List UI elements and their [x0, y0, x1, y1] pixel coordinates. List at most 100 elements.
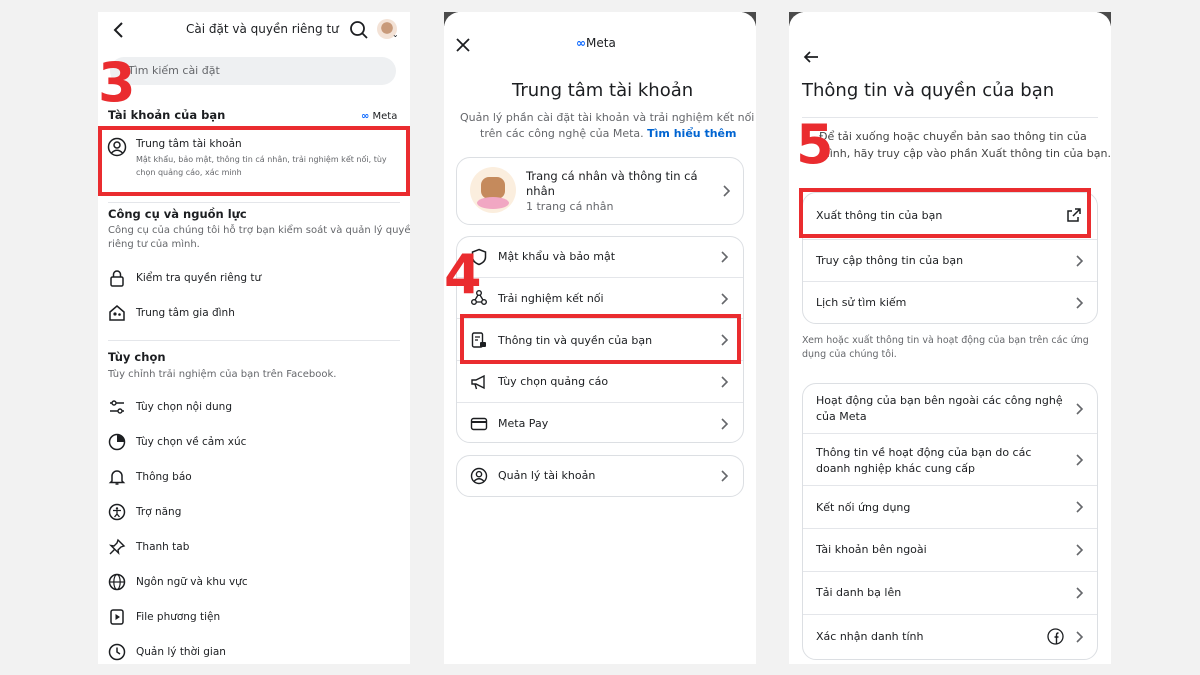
page-title: Thông tin và quyền của bạn [802, 80, 1055, 101]
profile-title: nhân [526, 184, 555, 198]
page-desc: Để tải xuống hoặc chuyển bản sao thông t… [819, 130, 1087, 143]
clock-icon [108, 643, 126, 661]
profile-avatar [470, 167, 516, 213]
section-desc: Tùy chỉnh trải nghiệm của bạn trên Faceb… [108, 369, 337, 380]
chevron-right-icon [1076, 501, 1084, 513]
divider [108, 202, 400, 203]
highlight-box [98, 126, 410, 196]
chevron-right-icon [721, 376, 729, 388]
sliders-icon [110, 400, 124, 414]
chevron-right-icon [1076, 255, 1084, 267]
divider [457, 402, 743, 403]
activity-group-card [802, 383, 1098, 660]
megaphone-icon [471, 374, 485, 390]
menu-item-reaction-prefs[interactable]: Tùy chọn về cảm xúc [136, 436, 246, 448]
divider [803, 433, 1097, 434]
reaction-icon [108, 433, 126, 451]
manage-accounts-label: Quản lý tài khoản [498, 469, 596, 482]
menu-item-business-activity[interactable]: doanh nghiệp khác cung cấp [816, 462, 975, 475]
menu-item-notifications[interactable]: Thông báo [136, 471, 192, 483]
chevron-right-icon [721, 418, 729, 430]
menu-item-app-connections[interactable]: Kết nối ứng dụng [816, 501, 910, 514]
section-heading: Công cụ và nguồn lực [108, 207, 247, 221]
section-heading: Tùy chọn [108, 350, 166, 364]
menu-item-privacy-checkup[interactable]: Kiểm tra quyền riêng tư [136, 272, 261, 284]
chevron-right-icon [1076, 403, 1084, 415]
profile-title: Trang cá nhân và thông tin cá [526, 169, 698, 183]
divider [457, 277, 743, 278]
chevron-right-icon [1076, 631, 1084, 643]
lock-icon [110, 270, 124, 287]
accounts-center-screen: ∞Meta Trung tâm tài khoản Quản lý phần c… [444, 12, 756, 664]
section-desc: riêng tư của mình. [108, 239, 200, 250]
chevron-right-icon [723, 185, 731, 197]
menu-item-external-accounts[interactable]: Tài khoản bên ngoài [816, 543, 927, 556]
learn-more-link[interactable]: Tìm hiểu thêm [647, 127, 736, 140]
chevron-right-icon [1076, 544, 1084, 556]
menu-item-content-prefs[interactable]: Tùy chọn nội dung [136, 401, 232, 413]
menu-item-accessibility[interactable]: Trợ năng [136, 506, 181, 518]
back-arrow-icon[interactable] [112, 21, 126, 39]
search-icon[interactable] [349, 20, 369, 40]
step-number: 4 [444, 243, 482, 306]
close-icon[interactable] [456, 38, 470, 52]
step-number: 3 [98, 51, 136, 114]
section-desc: Công cụ của chúng tôi hỗ trợ bạn kiểm so… [108, 225, 410, 236]
section-desc: Xem hoặc xuất thông tin và hoạt động của… [802, 335, 1089, 346]
page-desc: mình, hãy truy cập vào phần Xuất thông t… [819, 147, 1111, 160]
highlight-box [799, 188, 1091, 238]
search-placeholder: Tìm kiếm cài đặt [128, 64, 220, 77]
menu-item-family-center[interactable]: Trung tâm gia đình [136, 307, 235, 319]
back-arrow-icon[interactable] [803, 50, 819, 64]
divider [803, 281, 1097, 282]
divider [803, 239, 1097, 240]
page-desc: trên các công nghệ của Meta. Tìm hiểu th… [480, 127, 737, 140]
divider [803, 528, 1097, 529]
facebook-icon [1047, 628, 1064, 645]
menu-item-access-info[interactable]: Truy cập thông tin của bạn [816, 254, 963, 267]
menu-item-off-meta-activity[interactable]: Hoạt động của bạn bên ngoài các công ngh… [816, 394, 1063, 407]
user-circle-icon [470, 467, 488, 485]
menu-item-tab-bar[interactable]: Thanh tab [136, 541, 189, 553]
section-heading: Tài khoản của bạn [108, 108, 226, 122]
pin-icon [108, 538, 126, 556]
divider [803, 614, 1097, 615]
menu-item-ad-preferences[interactable]: Tùy chọn quảng cáo [498, 375, 608, 388]
globe-icon [108, 573, 126, 591]
accessibility-icon [108, 503, 126, 521]
chevron-right-icon [1076, 297, 1084, 309]
menu-item-search-history[interactable]: Lịch sử tìm kiếm [816, 296, 906, 309]
divider [108, 340, 400, 341]
chevron-right-icon [721, 251, 729, 263]
meta-logo: ∞Meta [576, 36, 616, 50]
menu-item-connected-experiences[interactable]: Trải nghiệm kết nối [498, 292, 604, 305]
header-title: Cài đặt và quyền riêng tư [186, 22, 339, 36]
meta-logo: ∞ Meta [361, 111, 398, 122]
menu-item-meta-pay[interactable]: Meta Pay [498, 417, 548, 430]
chevron-right-icon [721, 293, 729, 305]
page-desc: Quản lý phần cài đặt tài khoản và trải n… [460, 111, 755, 124]
page-title: Trung tâm tài khoản [512, 80, 694, 101]
settings-privacy-screen: Cài đặt và quyền riêng tư ⌄ Tìm kiếm cài… [98, 12, 410, 664]
menu-item-time-management[interactable]: Quản lý thời gian [136, 646, 226, 658]
chevron-right-icon [1076, 587, 1084, 599]
divider [803, 571, 1097, 572]
menu-item-identity-confirmation[interactable]: Xác nhận danh tính [816, 630, 923, 643]
divider [803, 485, 1097, 486]
menu-item-language-region[interactable]: Ngôn ngữ và khu vực [136, 576, 248, 588]
profile-subtitle: 1 trang cá nhân [526, 200, 614, 213]
chevron-down-icon[interactable]: ⌄ [392, 30, 399, 39]
bell-icon [108, 470, 126, 485]
family-home-icon [109, 305, 125, 321]
your-info-permissions-screen: Thông tin và quyền của bạn Để tải xuống … [789, 12, 1111, 664]
step-number: 5 [796, 113, 834, 176]
section-desc: dụng của chúng tôi. [802, 349, 897, 360]
menu-item-upload-contacts[interactable]: Tải danh bạ lên [816, 586, 901, 599]
divider [802, 117, 1098, 118]
highlight-box [460, 314, 741, 364]
menu-item-password-security[interactable]: Mật khẩu và bảo mật [498, 250, 615, 263]
menu-item-media[interactable]: File phương tiện [136, 611, 220, 623]
menu-item-business-activity[interactable]: Thông tin về hoạt động của bạn do các [816, 446, 1031, 459]
chevron-right-icon [721, 470, 729, 482]
menu-item-off-meta-activity[interactable]: của Meta [816, 410, 867, 423]
